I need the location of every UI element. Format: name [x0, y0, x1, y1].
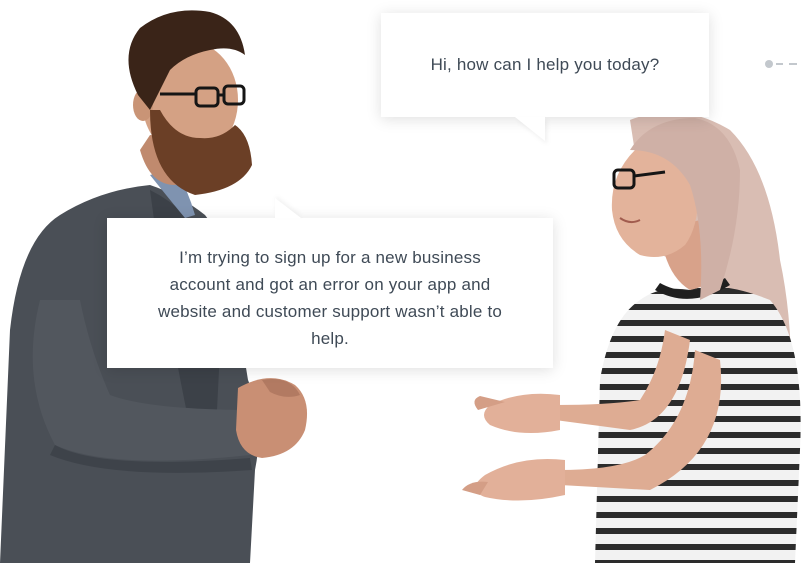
customer-message: I’m trying to sign up for a new business…: [157, 248, 503, 348]
conversation-scene: Hi, how can I help you today? I’m trying…: [0, 0, 803, 563]
carousel-pager[interactable]: [765, 60, 797, 68]
agent-bubble-tail: [515, 117, 545, 141]
customer-bubble-tail: [275, 198, 301, 218]
agent-speech-bubble: Hi, how can I help you today?: [381, 13, 709, 141]
pager-dash[interactable]: [789, 63, 797, 65]
pager-line: [776, 63, 783, 65]
customer-speech-bubble: I’m trying to sign up for a new business…: [107, 198, 553, 368]
agent-message: Hi, how can I help you today?: [430, 55, 660, 74]
pager-dot-active[interactable]: [765, 60, 773, 68]
